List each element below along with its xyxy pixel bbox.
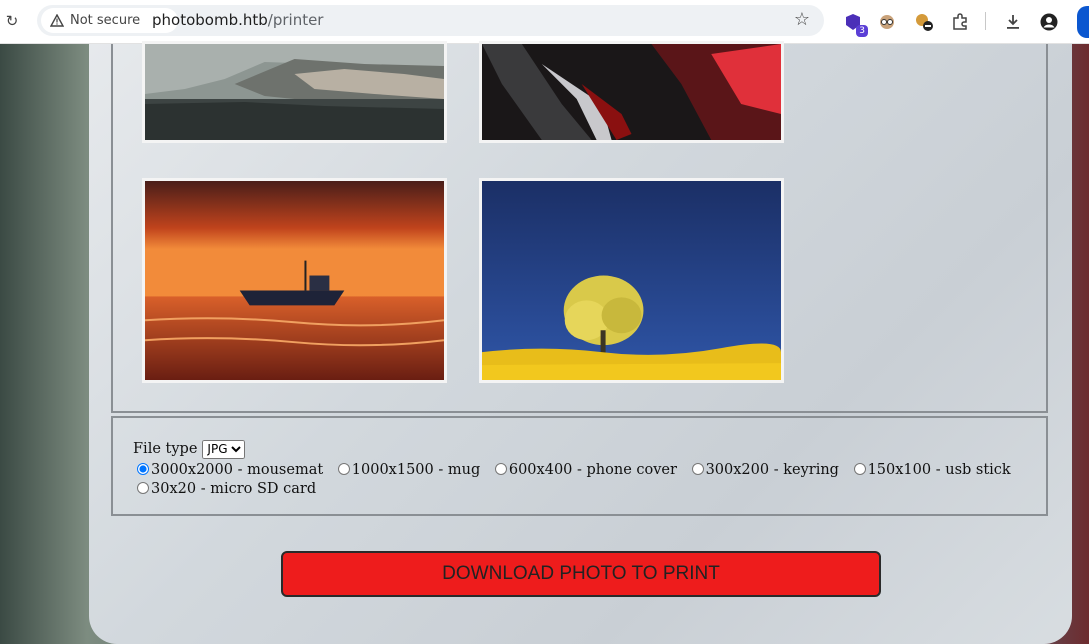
browser-toolbar: ↻ Not secure photobomb.htb/printer ☆ 3: [0, 0, 1089, 44]
size-option[interactable]: 600x400 - phone cover: [491, 462, 677, 478]
photo-red-car[interactable]: [479, 41, 784, 143]
size-radio-micro-sd[interactable]: [137, 482, 149, 494]
puzzle-extensions-icon[interactable]: [949, 11, 971, 33]
url-text[interactable]: photobomb.htb/printer: [152, 11, 323, 29]
cookie-extension-icon[interactable]: [913, 11, 935, 33]
size-label: 150x100 - usb stick: [867, 462, 1011, 478]
photo-boat-sunset[interactable]: [142, 178, 447, 383]
print-options: File type JPG 3000x2000 - mousemat 1000x…: [111, 416, 1048, 516]
photo-gallery: [111, 41, 1048, 413]
extension-badge: 3: [856, 25, 868, 37]
size-label: 600x400 - phone cover: [508, 462, 677, 478]
size-option[interactable]: 150x100 - usb stick: [850, 462, 1011, 478]
reload-icon[interactable]: ↻: [2, 11, 22, 31]
address-bar[interactable]: Not secure photobomb.htb/printer ☆: [37, 5, 824, 36]
bookmark-star-icon[interactable]: ☆: [794, 9, 810, 30]
security-label: Not secure: [70, 13, 141, 28]
photo-yellow-tree[interactable]: [479, 178, 784, 383]
download-icon[interactable]: [1002, 11, 1024, 33]
size-option[interactable]: 1000x1500 - mug: [334, 462, 480, 478]
page-card: File type JPG 3000x2000 - mousemat 1000x…: [89, 41, 1072, 644]
spy-extension-icon[interactable]: [876, 11, 898, 33]
size-label: 1000x1500 - mug: [351, 462, 481, 478]
size-label: 300x200 - keyring: [705, 462, 839, 478]
profile-avatar[interactable]: [1077, 6, 1089, 38]
url-host: photobomb.htb: [152, 11, 268, 29]
size-option[interactable]: 3000x2000 - mousemat: [133, 462, 323, 478]
size-radio-phone-cover[interactable]: [494, 463, 507, 475]
file-type-select[interactable]: JPG: [202, 439, 246, 459]
toolbar-separator: [985, 12, 986, 30]
size-label: 3000x2000 - mousemat: [151, 462, 324, 478]
size-label: 30x20 - micro SD card: [151, 481, 317, 497]
photo-coastal-cliffs[interactable]: [142, 41, 447, 143]
url-path: /printer: [267, 11, 324, 29]
warning-icon: [49, 13, 65, 29]
size-radio-usb-stick[interactable]: [853, 463, 866, 475]
extension-icon[interactable]: 3: [842, 11, 868, 37]
size-options: 3000x2000 - mousemat 1000x1500 - mug 600…: [133, 461, 1026, 499]
size-radio-keyring[interactable]: [691, 463, 704, 475]
size-option[interactable]: 300x200 - keyring: [688, 462, 839, 478]
size-radio-mug[interactable]: [337, 463, 350, 475]
download-button[interactable]: DOWNLOAD PHOTO TO PRINT: [281, 551, 881, 597]
profile-icon[interactable]: [1038, 11, 1060, 33]
size-option[interactable]: 30x20 - micro SD card: [133, 481, 316, 497]
file-type-label: File type: [133, 441, 198, 457]
size-radio-mousemat[interactable]: [137, 463, 149, 475]
